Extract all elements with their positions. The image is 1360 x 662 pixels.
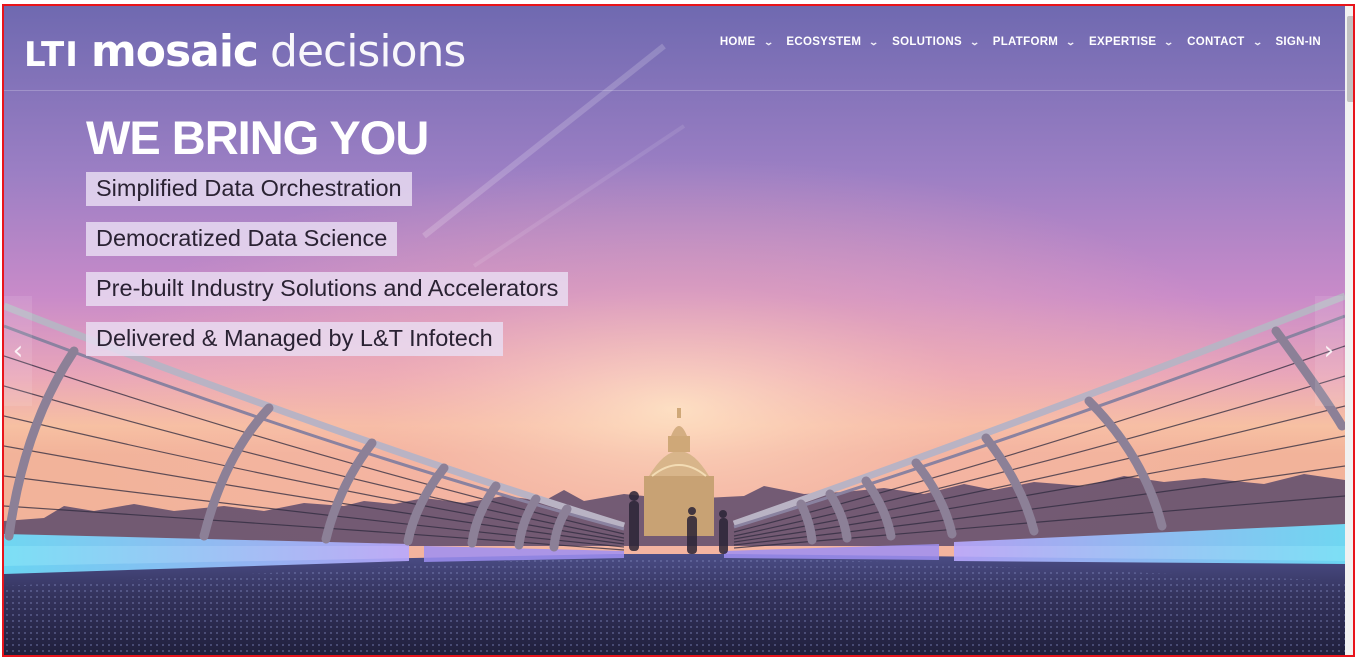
nav-item-sign-in[interactable]: SIGN-IN (1275, 36, 1321, 48)
scrollbar-thumb[interactable] (1347, 16, 1353, 102)
site-logo[interactable]: LTI mosaic decisions (24, 26, 466, 77)
nav-label: HOME (719, 36, 756, 48)
logo-mosaic: mosaic (90, 26, 259, 77)
hero-feature-list: Simplified Data Orchestration Democratiz… (86, 172, 569, 372)
chevron-down-icon: ⌄ (969, 36, 981, 47)
chevron-down-icon: ⌄ (1163, 36, 1175, 47)
page-scrollbar[interactable] (1345, 6, 1353, 655)
nav-label: CONTACT (1187, 36, 1245, 48)
chevron-down-icon: ⌄ (762, 36, 774, 47)
chevron-left-icon: ‹ (12, 336, 24, 366)
nav-label: ECOSYSTEM (786, 36, 862, 48)
logo-decisions: decisions (270, 26, 466, 77)
nav-label: SOLUTIONS (892, 36, 962, 48)
chevron-down-icon: ⌄ (1252, 36, 1264, 47)
nav-item-platform[interactable]: PLATFORM ⌄ (992, 36, 1077, 48)
site-header: LTI mosaic decisions HOME ⌄ ECOSYSTEM ⌄ … (4, 6, 1345, 91)
nav-label: EXPERTISE (1089, 36, 1157, 48)
carousel-next-button[interactable]: › (1315, 296, 1343, 406)
feature-item: Democratized Data Science (86, 222, 398, 256)
nav-item-home[interactable]: HOME ⌄ (719, 36, 774, 48)
logo-lti: LTI (24, 35, 79, 75)
nav-item-contact[interactable]: CONTACT ⌄ (1187, 36, 1264, 48)
nav-label: SIGN-IN (1275, 36, 1321, 48)
hero-slider: LTI mosaic decisions HOME ⌄ ECOSYSTEM ⌄ … (4, 6, 1345, 655)
chevron-down-icon: ⌄ (1065, 36, 1077, 47)
feature-item: Pre-built Industry Solutions and Acceler… (86, 272, 569, 306)
nav-item-ecosystem[interactable]: ECOSYSTEM ⌄ (786, 36, 880, 48)
main-navigation: HOME ⌄ ECOSYSTEM ⌄ SOLUTIONS ⌄ PLATFORM … (706, 36, 1321, 48)
carousel-prev-button[interactable]: ‹ (4, 296, 32, 406)
feature-item: Simplified Data Orchestration (86, 172, 412, 206)
chevron-right-icon: › (1323, 336, 1335, 366)
hero-headline: WE BRING YOU (86, 111, 429, 164)
nav-item-expertise[interactable]: EXPERTISE ⌄ (1089, 36, 1175, 48)
nav-item-solutions[interactable]: SOLUTIONS ⌄ (892, 36, 981, 48)
chevron-down-icon: ⌄ (868, 36, 880, 47)
nav-label: PLATFORM (992, 36, 1059, 48)
feature-item: Delivered & Managed by L&T Infotech (86, 322, 503, 356)
browser-viewport: LTI mosaic decisions HOME ⌄ ECOSYSTEM ⌄ … (2, 4, 1355, 657)
